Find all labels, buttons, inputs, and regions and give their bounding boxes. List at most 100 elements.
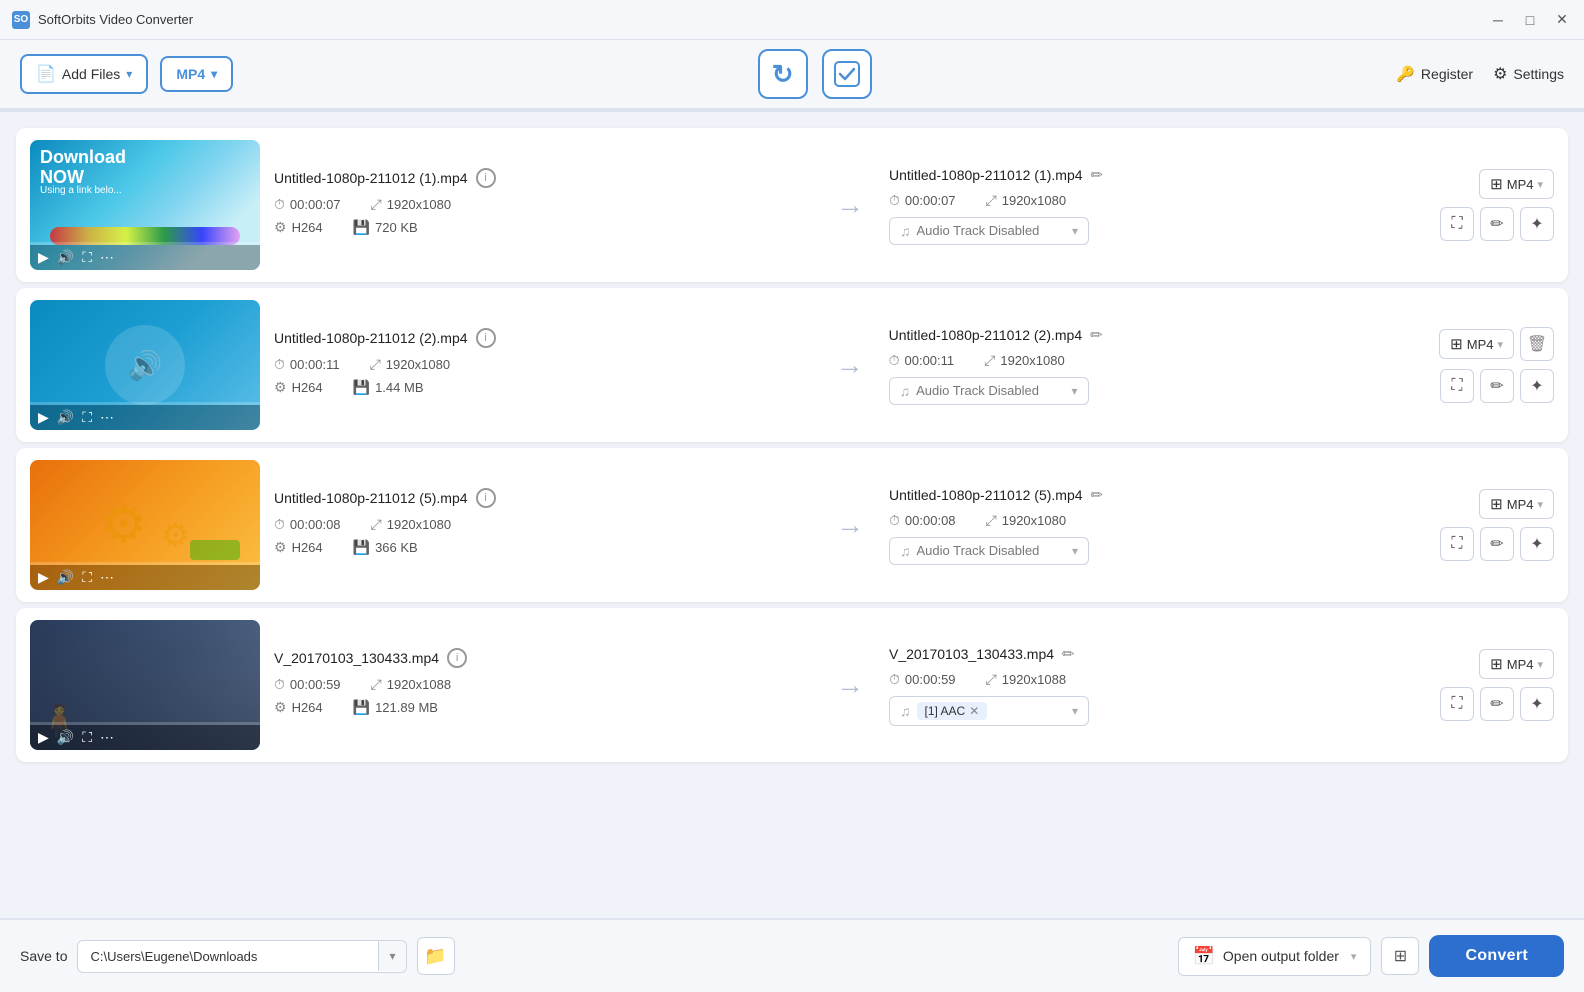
crop-button-2[interactable]: ⛶ (1440, 369, 1474, 403)
resize-icon-3: ⤢ (371, 516, 382, 533)
settings-button[interactable]: ⚙ Settings (1493, 64, 1564, 84)
volume-button-2[interactable]: 🔊 (57, 409, 74, 426)
volume-button-1[interactable]: 🔊 (57, 249, 74, 266)
arrow-1: → (825, 189, 875, 221)
audio-dropdown-1[interactable]: ♫ Audio Track Disabled ▾ (889, 217, 1089, 245)
checkmark-button[interactable] (822, 49, 872, 99)
edit-output-name-2[interactable]: ✏ (1090, 326, 1103, 344)
crop-button-4[interactable]: ⛶ (1440, 687, 1474, 721)
settings-label: Settings (1513, 66, 1564, 82)
edit-output-name-4[interactable]: ✏ (1062, 645, 1075, 663)
thumb-controls-3: ▶ 🔊 ⛶ ⋯ (30, 565, 260, 590)
format-button[interactable]: MP4 ▾ (160, 56, 233, 92)
edit-output-name-3[interactable]: ✏ (1091, 486, 1104, 504)
action-btns-1: ⊞ MP4 ▾ ⛶ ✏ ✦ (1440, 169, 1554, 241)
size-4: 121.89 MB (375, 700, 438, 715)
output-format-1[interactable]: ⊞ MP4 ▾ (1479, 169, 1554, 199)
open-output-button[interactable]: 📅 Open output folder ▾ (1178, 937, 1372, 976)
convert-button[interactable]: Convert (1429, 935, 1564, 977)
thumbnail-1[interactable]: DownloadNOW Using a link belo... ▶ 🔊 ⛶ ⋯ (30, 140, 260, 270)
app-icon: SO (12, 11, 30, 29)
add-files-button[interactable]: 📄 Add Files ▾ (20, 54, 148, 94)
fullscreen-button-4[interactable]: ⛶ (82, 729, 92, 746)
thumb-controls: ▶ 🔊 ⛶ ⋯ (30, 245, 260, 270)
fullscreen-button-1[interactable]: ⛶ (82, 249, 92, 266)
wand-button-1[interactable]: ✦ (1520, 207, 1554, 241)
edit-button-1[interactable]: ✏ (1480, 207, 1514, 241)
clock-icon-2: ⏱ (274, 356, 285, 373)
audio-dropdown-4[interactable]: ♫ [1] AAC ✕ ▾ (889, 696, 1089, 726)
output-format-2[interactable]: ⊞ MP4 ▾ (1439, 329, 1514, 359)
crop-button-3[interactable]: ⛶ (1440, 527, 1474, 561)
more-button-1[interactable]: ⋯ (100, 249, 114, 266)
wand-button-3[interactable]: ✦ (1520, 527, 1554, 561)
edit-button-4[interactable]: ✏ (1480, 687, 1514, 721)
more-button-4[interactable]: ⋯ (100, 729, 114, 746)
volume-button-4[interactable]: 🔊 (57, 729, 74, 746)
play-button-3[interactable]: ▶ (38, 569, 49, 586)
wand-button-2[interactable]: ✦ (1520, 369, 1554, 403)
browse-folder-button[interactable]: 📁 (417, 937, 455, 975)
output-name-1: Untitled-1080p-211012 (1).mp4 (889, 167, 1083, 183)
size-icon-3: 💾 (353, 539, 370, 556)
format-caret-icon-2: ▾ (1497, 338, 1503, 351)
open-output-caret: ▾ (1351, 950, 1357, 963)
wand-button-4[interactable]: ✦ (1520, 687, 1554, 721)
action-btns-3: ⊞ MP4 ▾ ⛶ ✏ ✦ (1440, 489, 1554, 561)
audio-dropdown-2[interactable]: ♫ Audio Track Disabled ▾ (889, 377, 1089, 405)
resolution-4: 1920x1088 (387, 677, 451, 692)
codec-2: H264 (292, 380, 323, 395)
refresh-button[interactable]: ↻ (758, 49, 808, 99)
music-icon-1: ♫ (900, 223, 911, 239)
play-button-2[interactable]: ▶ (38, 409, 49, 426)
codec-icon-1: ⚙ (274, 219, 287, 236)
info-icon-4[interactable]: i (447, 648, 467, 668)
delete-button-2[interactable]: 🗑 (1520, 327, 1554, 361)
edit-output-name-1[interactable]: ✏ (1091, 166, 1104, 184)
register-button[interactable]: 🔑 Register (1396, 65, 1473, 83)
toolbar-center: ↻ (245, 49, 1384, 99)
close-button[interactable]: ✕ (1552, 10, 1572, 30)
out-resolution-1: 1920x1080 (1002, 193, 1066, 208)
maximize-button[interactable]: □ (1520, 10, 1540, 30)
grid-view-button[interactable]: ⊞ (1381, 937, 1419, 975)
info-icon-1[interactable]: i (476, 168, 496, 188)
resolution-3: 1920x1080 (387, 517, 451, 532)
more-button-3[interactable]: ⋯ (100, 569, 114, 586)
volume-button-3[interactable]: 🔊 (57, 569, 74, 586)
audio-dropdown-3[interactable]: ♫ Audio Track Disabled ▾ (889, 537, 1089, 565)
out-clock-icon-3: ⏱ (889, 512, 900, 529)
more-button-2[interactable]: ⋯ (100, 409, 114, 426)
codec-3: H264 (292, 540, 323, 555)
thumbnail-3[interactable]: ⚙ ⚙ ▶ 🔊 ⛶ ⋯ (30, 460, 260, 590)
thumb-overlay-2: ▶ 🔊 ⛶ ⋯ (30, 300, 260, 430)
music-icon-4: ♫ (900, 703, 911, 719)
resize-icon-2: ⤢ (370, 356, 381, 373)
save-path-field[interactable] (78, 941, 378, 972)
edit-button-3[interactable]: ✏ (1480, 527, 1514, 561)
music-icon-3: ♫ (900, 543, 911, 559)
play-button-1[interactable]: ▶ (38, 249, 49, 266)
output-format-4[interactable]: ⊞ MP4 ▾ (1479, 649, 1554, 679)
thumbnail-4[interactable]: 🧍 ▶ 🔊 ⛶ ⋯ (30, 620, 260, 750)
app-title: SoftOrbits Video Converter (38, 12, 1488, 27)
minimize-button[interactable]: ─ (1488, 10, 1508, 30)
out-resolution-3: 1920x1080 (1002, 513, 1066, 528)
audio-caret-1: ▾ (1072, 224, 1078, 238)
info-icon-2[interactable]: i (476, 328, 496, 348)
output-format-3[interactable]: ⊞ MP4 ▾ (1479, 489, 1554, 519)
edit-button-2[interactable]: ✏ (1480, 369, 1514, 403)
audio-tag-remove-4[interactable]: ✕ (969, 704, 979, 718)
grid-icon-2: ⊞ (1450, 335, 1463, 353)
file-row: 🧍 ▶ 🔊 ⛶ ⋯ V_20170103_130433.mp4 i ⏱ (16, 608, 1568, 762)
save-path-caret[interactable]: ▾ (378, 941, 405, 971)
fullscreen-button-3[interactable]: ⛶ (82, 569, 92, 586)
file-name-3: Untitled-1080p-211012 (5).mp4 (274, 490, 468, 506)
play-button-4[interactable]: ▶ (38, 729, 49, 746)
title-bar: SO SoftOrbits Video Converter ─ □ ✕ (0, 0, 1584, 40)
thumbnail-2[interactable]: 🔊 ▶ 🔊 ⛶ ⋯ (30, 300, 260, 430)
fullscreen-button-2[interactable]: ⛶ (82, 409, 92, 426)
format-caret-icon-4: ▾ (1537, 658, 1543, 671)
info-icon-3[interactable]: i (476, 488, 496, 508)
crop-button-1[interactable]: ⛶ (1440, 207, 1474, 241)
